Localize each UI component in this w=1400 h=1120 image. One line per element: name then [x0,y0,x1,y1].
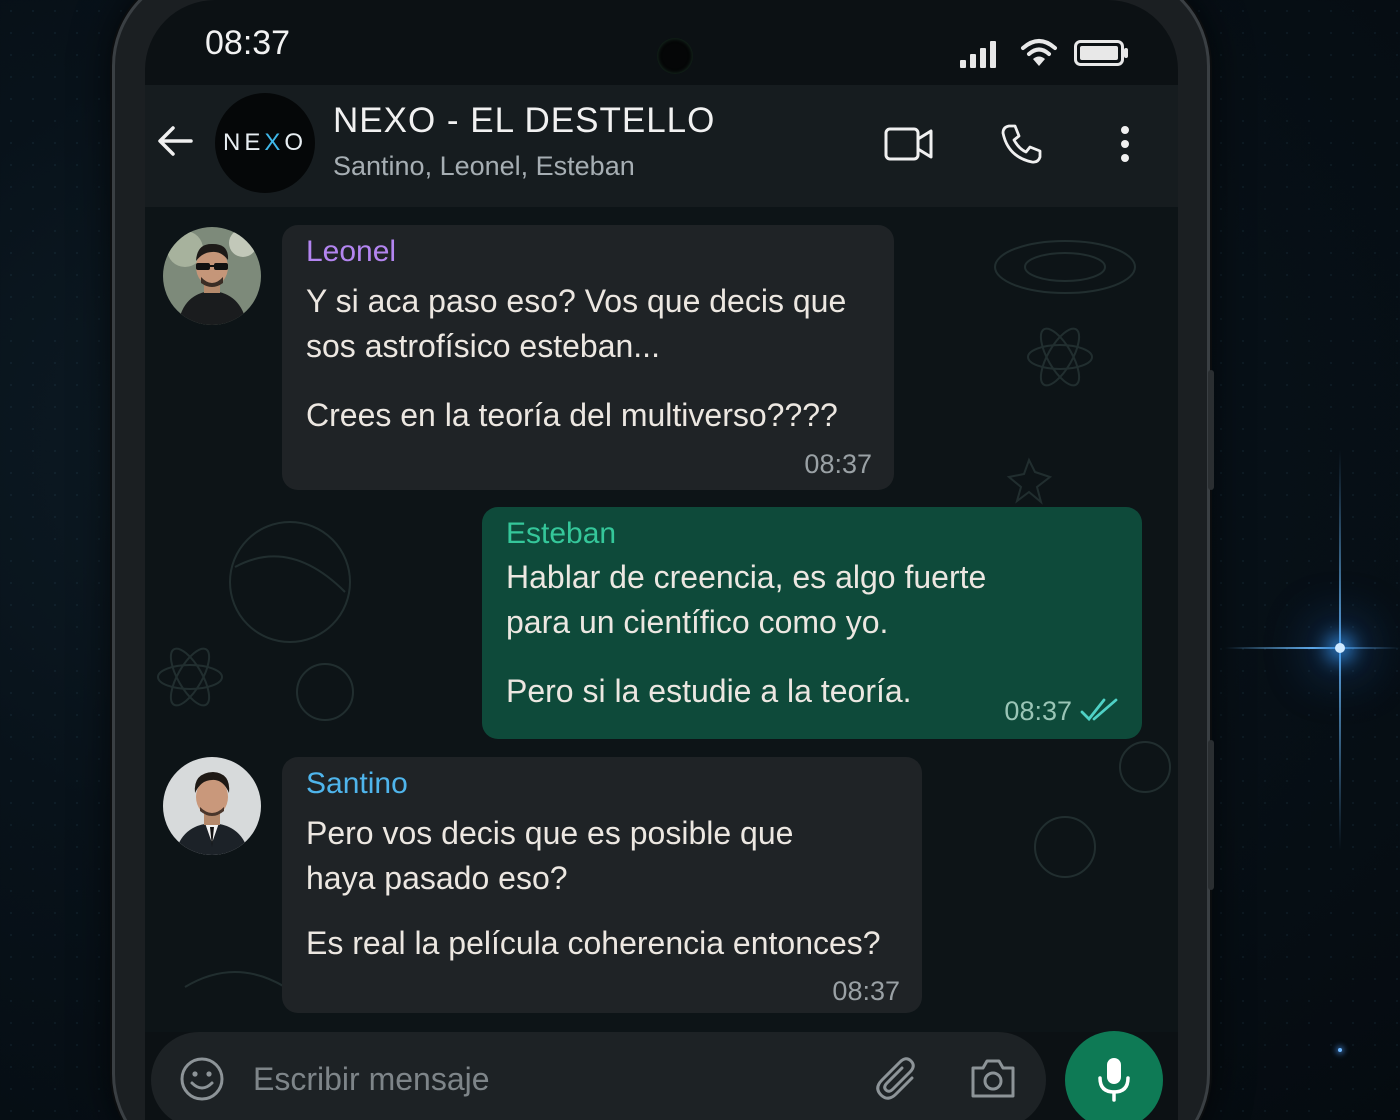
group-avatar-text-right: O [284,129,308,156]
group-members[interactable]: Santino, Leonel, Esteban [333,151,635,182]
phone-screen: 08:37 NE X O NEXO - EL DESTELLO Santino,… [145,0,1178,1120]
status-bar: 08:37 [145,0,1178,85]
phone-icon [1001,124,1042,164]
battery-icon [1074,40,1128,66]
star-small [1338,1048,1342,1052]
star-flare-horizontal [1225,647,1400,649]
video-call-button[interactable] [881,121,937,167]
message-line: Crees en la teoría del multiverso???? [306,397,838,433]
avatar-santino[interactable] [163,757,261,855]
avatar-santino-image [163,757,261,855]
message-line: Y si aca paso eso? Vos que decis que [306,283,847,319]
group-avatar-text-x: X [264,129,285,156]
double-check-read-icon [1080,698,1118,722]
message-composer[interactable]: Escribir mensaje [151,1032,1046,1120]
chat-area[interactable]: Leonel Y si aca paso eso? Vos que decis … [145,207,1178,1032]
attach-icon[interactable] [874,1056,922,1104]
star-glow [1335,643,1345,653]
message-bubble-leonel[interactable]: Leonel Y si aca paso eso? Vos que decis … [282,225,894,490]
message-line: para un científico como yo. [506,604,889,640]
emoji-icon[interactable] [179,1056,225,1102]
camera-icon[interactable] [969,1056,1017,1100]
group-avatar-text-left: NE [222,129,265,156]
sender-name: Leonel [306,235,397,268]
signal-icon [960,41,996,68]
more-vertical-icon [1121,126,1129,162]
wifi-icon [1021,39,1057,66]
message-time: 08:37 [804,449,872,479]
more-options-button[interactable] [1097,121,1153,167]
message-bubble-santino[interactable]: Santino Pero vos decis que es posible qu… [282,757,922,1013]
group-avatar[interactable]: NE X O [215,93,315,193]
message-line: sos astrofísico esteban... [306,328,660,364]
message-bubble-esteban[interactable]: Esteban Hablar de creencia, es algo fuer… [482,507,1142,739]
chat-header: NE X O NEXO - EL DESTELLO Santino, Leonel,… [145,85,1178,207]
avatar-leonel[interactable] [163,227,261,325]
front-camera [657,38,693,74]
sender-name: Santino [306,767,408,800]
status-icons [960,38,1130,68]
avatar-leonel-image [163,227,261,325]
mic-icon [1098,1058,1130,1102]
back-arrow-icon[interactable] [155,121,195,161]
status-time: 08:37 [205,24,291,62]
mic-button[interactable] [1065,1031,1163,1120]
message-time: 08:37 [832,976,900,1006]
volume-button [1208,370,1214,490]
message-line: Hablar de creencia, es algo fuerte [506,559,987,595]
sender-name: Esteban [506,517,617,550]
power-button [1208,740,1214,890]
video-call-icon [884,127,933,161]
voice-call-button[interactable] [993,121,1049,167]
message-input[interactable]: Escribir mensaje [253,1061,490,1098]
message-line: haya pasado eso? [306,860,568,896]
message-line: Pero vos decis que es posible que [306,815,794,851]
message-line: Es real la película coherencia entonces? [306,925,881,961]
group-title[interactable]: NEXO - EL DESTELLO [333,101,715,141]
message-time: 08:37 [1004,696,1072,726]
